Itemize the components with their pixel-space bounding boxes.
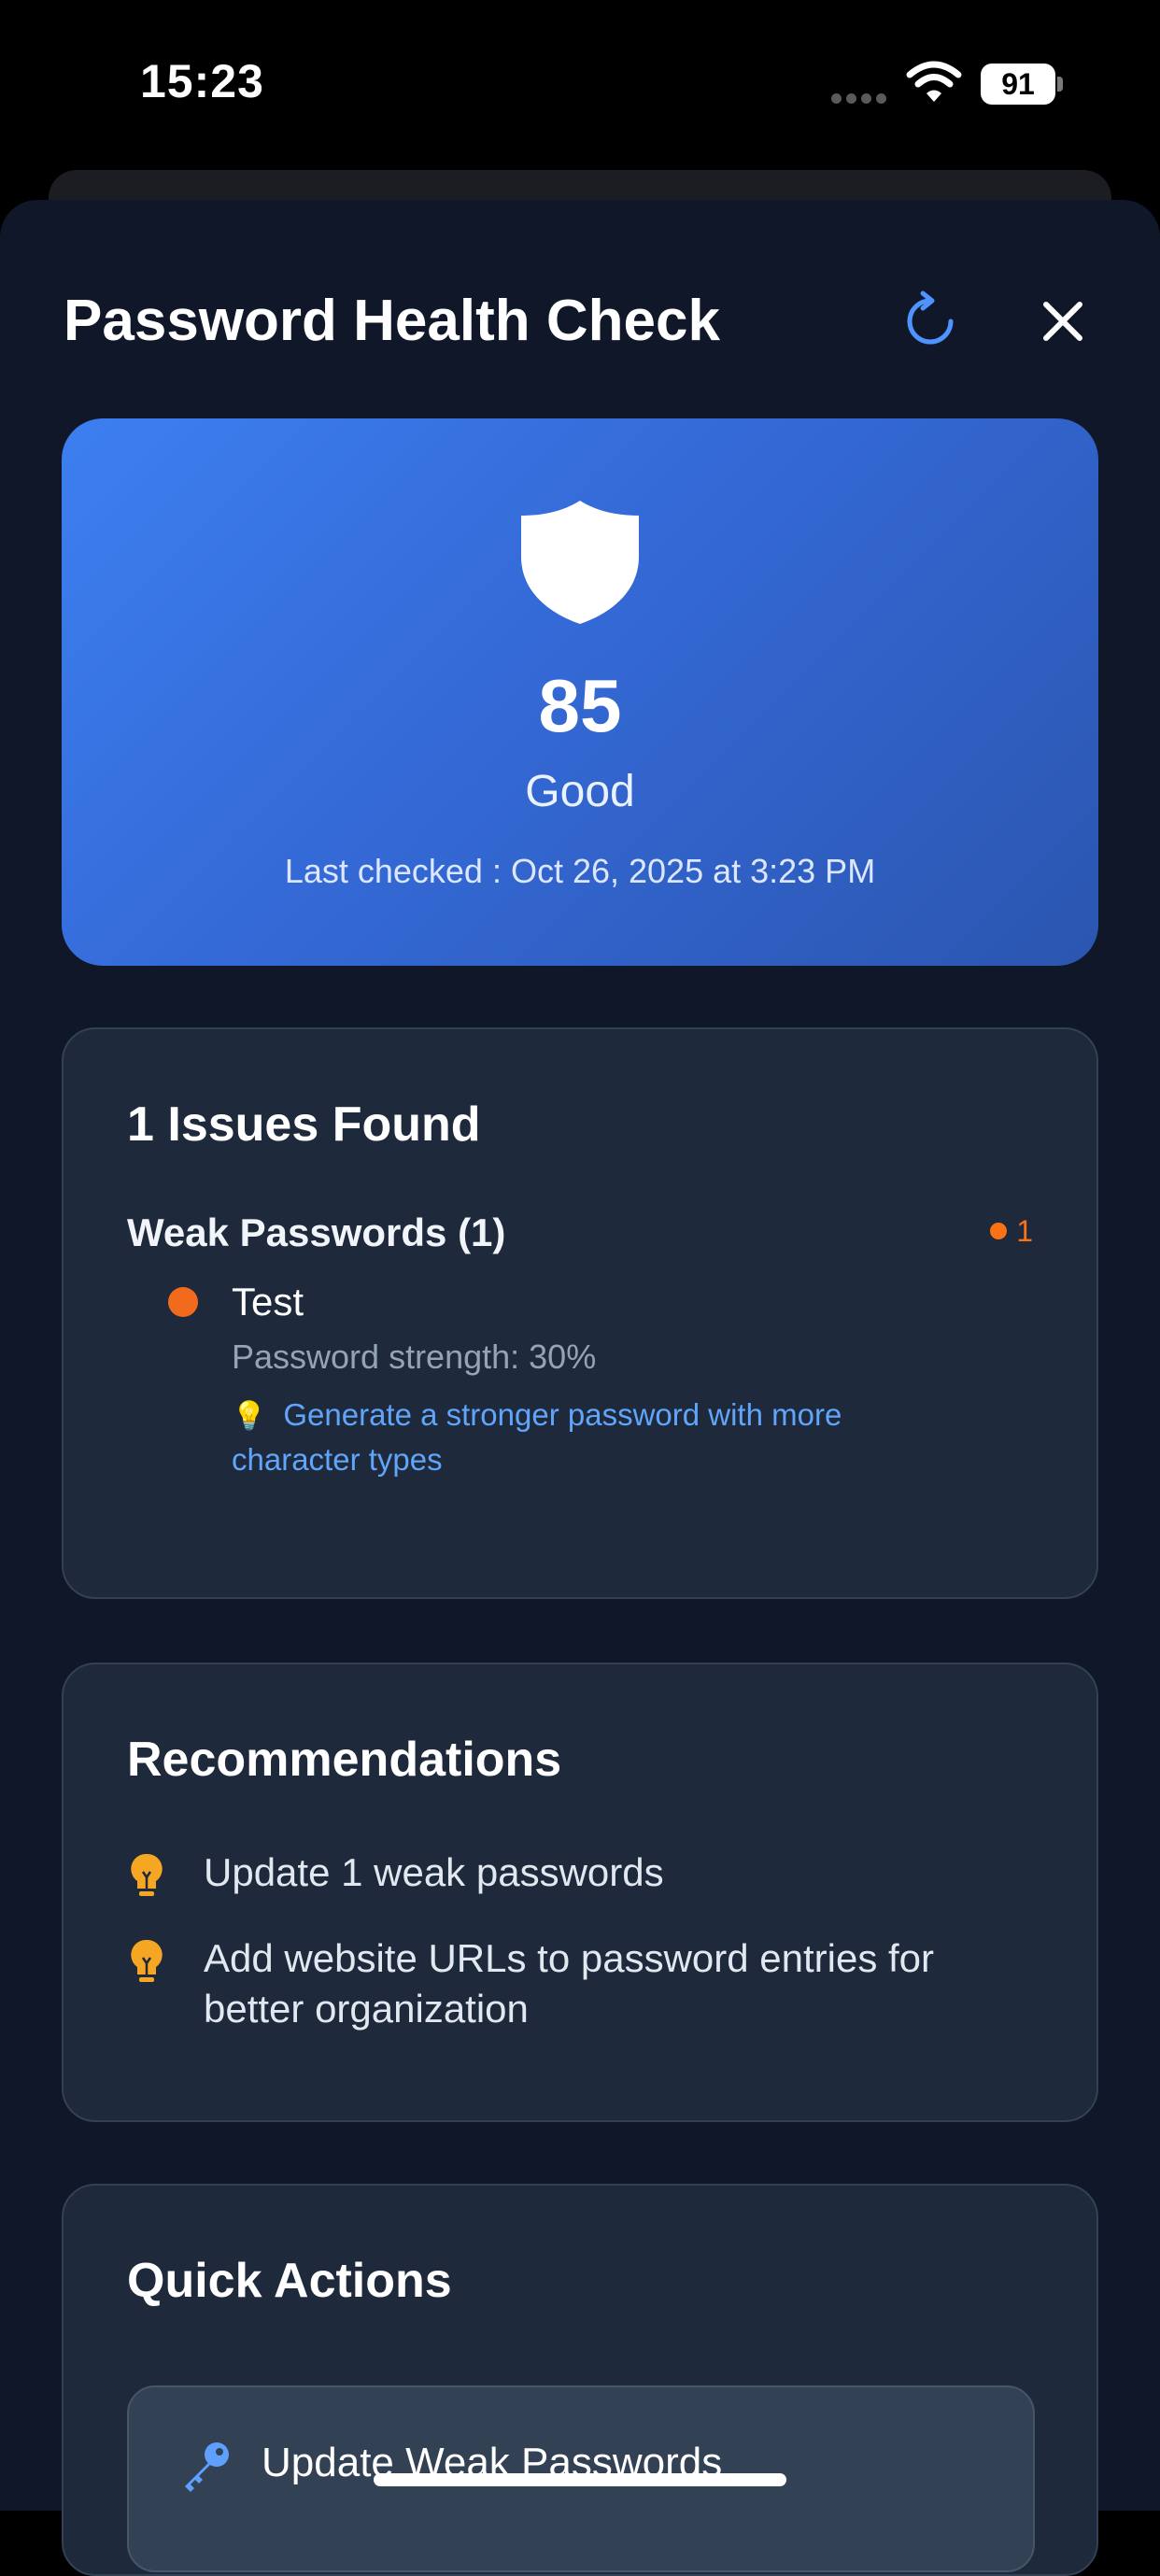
key-icon: [185, 2442, 229, 2492]
lightbulb-icon: 💡: [232, 1401, 267, 1432]
issues-card: 1 Issues Found Weak Passwords (1) 1 Test…: [62, 1027, 1098, 1599]
status-bar: 15:23 91: [0, 0, 1160, 168]
issue-item-name[interactable]: Test: [232, 1280, 304, 1324]
issue-item-tip: 💡 Generate a stronger password with more …: [232, 1397, 842, 1477]
home-indicator[interactable]: [374, 2473, 786, 2486]
health-score-value: 85: [538, 664, 622, 747]
lightbulb-icon: [131, 1853, 163, 1896]
lightbulb-icon: [131, 1939, 163, 1982]
health-score-label: Good: [525, 767, 635, 816]
issue-item-strength: Password strength: 30%: [232, 1338, 597, 1376]
close-icon[interactable]: [1035, 293, 1091, 349]
recommendations-card: Recommendations Update 1 weak passwords …: [62, 1663, 1098, 2122]
cellular-signal-icon: [831, 92, 891, 108]
sheet-title: Password Health Check: [64, 289, 720, 353]
last-checked-text: Last checked : Oct 26, 2025 at 3:23 PM: [284, 852, 876, 890]
battery-level: 91: [981, 64, 1055, 105]
weak-passwords-count-badge: 1: [990, 1214, 1033, 1249]
refresh-icon[interactable]: [898, 290, 962, 353]
quick-actions-card: Quick Actions Update Weak Passwords: [62, 2184, 1098, 2576]
status-time: 15:23: [140, 55, 264, 107]
battery-icon: 91: [981, 64, 1063, 105]
wifi-icon: [906, 61, 962, 102]
health-score-card: 85 Good Last checked : Oct 26, 2025 at 3…: [62, 418, 1098, 966]
quick-actions-title: Quick Actions: [127, 2254, 452, 2308]
issues-title: 1 Issues Found: [127, 1097, 481, 1152]
warning-dot-icon: [990, 1223, 1008, 1239]
weak-passwords-label: Weak Passwords (1): [127, 1210, 506, 1254]
recommendations-title: Recommendations: [127, 1733, 562, 1787]
weak-indicator-dot: [168, 1287, 198, 1317]
shield-icon: [521, 501, 639, 624]
